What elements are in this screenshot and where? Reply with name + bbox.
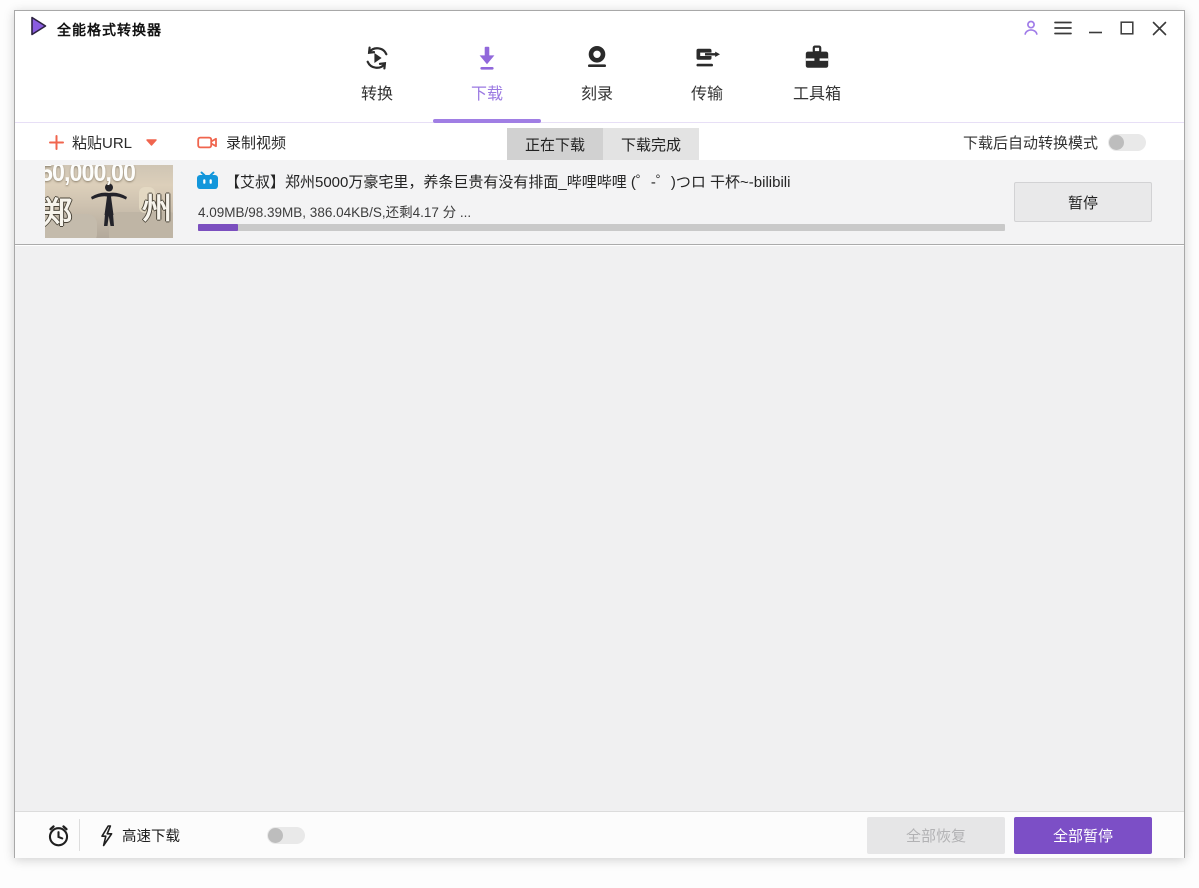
caret-down-icon[interactable] bbox=[146, 138, 157, 146]
desktop-background: 全能格式转换器 转换 下载 刻录 传输 工具箱 粘贴URL 录制视频 正在下载 … bbox=[0, 0, 1199, 888]
video-thumbnail: 50,000,00 郑 州 bbox=[45, 165, 173, 238]
pause-button[interactable]: 暂停 bbox=[1014, 182, 1152, 222]
thumbnail-right-character: 州 bbox=[142, 193, 172, 226]
thumbnail-left-character: 郑 bbox=[45, 197, 72, 230]
progress-bar-fill bbox=[198, 224, 239, 231]
burn-icon bbox=[588, 46, 606, 67]
camera-icon bbox=[197, 136, 217, 148]
footer-divider bbox=[79, 819, 80, 851]
toggle-knob bbox=[1109, 134, 1124, 150]
convert-icon bbox=[366, 46, 388, 70]
footer: 高速下载 全部恢复 全部暂停 bbox=[15, 811, 1184, 858]
close-icon[interactable] bbox=[1148, 17, 1170, 39]
download-filter-segments: 正在下载 下载完成 bbox=[507, 128, 700, 160]
lightning-icon bbox=[101, 824, 113, 846]
window-controls bbox=[1020, 17, 1170, 39]
segment-downloading[interactable]: 正在下载 bbox=[507, 128, 604, 160]
toggle-knob bbox=[268, 828, 283, 843]
paste-url-label: 粘贴URL bbox=[72, 134, 133, 152]
download-title: 【艾叔】郑州5000万豪宅里，养条巨贵有没有排面_哔哩哔哩 (゜-゜)つロ 干杯… bbox=[225, 174, 791, 191]
main-nav: 转换 下载 刻录 传输 工具箱 bbox=[322, 39, 872, 123]
download-list-empty-area bbox=[15, 246, 1184, 811]
bilibili-icon bbox=[197, 171, 218, 189]
tab-label: 工具箱 bbox=[792, 86, 841, 103]
progress-bar bbox=[198, 224, 1005, 231]
tab-label: 传输 bbox=[690, 86, 723, 103]
tab-convert[interactable]: 转换 bbox=[322, 39, 432, 123]
auto-convert-toggle[interactable] bbox=[1108, 133, 1146, 151]
download-item-row[interactable]: 50,000,00 郑 州 【艾叔】郑州5000万豪宅里，养条巨贵有没有排面_哔… bbox=[15, 160, 1184, 245]
record-video-label: 录制视频 bbox=[226, 134, 287, 152]
minimize-icon[interactable] bbox=[1084, 17, 1106, 39]
tab-toolbox[interactable]: 工具箱 bbox=[762, 39, 872, 123]
transfer-icon bbox=[696, 48, 720, 67]
tab-label: 转换 bbox=[360, 86, 393, 103]
download-icon bbox=[479, 46, 495, 70]
tab-label: 刻录 bbox=[580, 86, 613, 103]
pause-all-button[interactable]: 全部暂停 bbox=[1014, 817, 1152, 854]
active-tab-underline bbox=[433, 119, 541, 123]
alarm-clock-icon[interactable] bbox=[44, 821, 72, 849]
app-title: 全能格式转换器 bbox=[57, 22, 162, 38]
record-video-button[interactable]: 录制视频 bbox=[197, 124, 286, 160]
tab-label: 下载 bbox=[470, 86, 503, 103]
paste-url-button[interactable]: 粘贴URL bbox=[49, 124, 157, 160]
maximize-icon[interactable] bbox=[1116, 17, 1138, 39]
tab-burn[interactable]: 刻录 bbox=[542, 39, 652, 123]
toolbox-icon bbox=[805, 45, 829, 68]
high-speed-label: 高速下载 bbox=[122, 829, 180, 845]
auto-convert-label: 下载后自动转换模式 bbox=[962, 134, 1098, 152]
header: 全能格式转换器 转换 下载 刻录 传输 工具箱 bbox=[15, 11, 1184, 123]
logo-play-icon bbox=[31, 16, 47, 36]
high-speed-toggle[interactable] bbox=[267, 827, 305, 844]
tab-transfer[interactable]: 传输 bbox=[652, 39, 762, 123]
user-icon[interactable] bbox=[1020, 17, 1042, 39]
plus-icon bbox=[49, 134, 64, 150]
high-speed-setting: 高速下载 bbox=[99, 812, 305, 859]
app-window: 全能格式转换器 转换 下载 刻录 传输 工具箱 粘贴URL 录制视频 正在下载 … bbox=[14, 10, 1185, 858]
download-status-text: 4.09MB/98.39MB, 386.04KB/S,还剩4.17 分 ... bbox=[198, 205, 472, 220]
toolbar: 粘贴URL 录制视频 正在下载 下载完成 下载后自动转换模式 bbox=[15, 124, 1184, 160]
resume-all-button[interactable]: 全部恢复 bbox=[867, 817, 1005, 854]
menu-icon[interactable] bbox=[1052, 17, 1074, 39]
auto-convert-setting: 下载后自动转换模式 bbox=[963, 124, 1146, 160]
tab-download[interactable]: 下载 bbox=[432, 39, 542, 123]
segment-completed[interactable]: 下载完成 bbox=[603, 128, 700, 160]
